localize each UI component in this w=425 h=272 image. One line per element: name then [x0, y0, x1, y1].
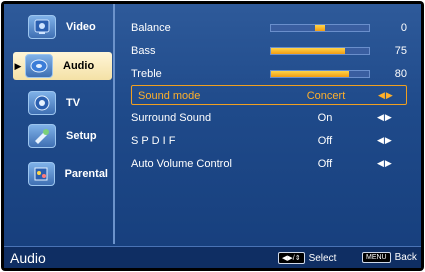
- tv-icon: [28, 91, 56, 115]
- sidebar-item-audio[interactable]: ▶ Audio: [13, 52, 112, 80]
- treble-slider-fill: [271, 71, 350, 77]
- footer-bar: Audio ◀▶/⇕ Select MENU Back: [4, 246, 421, 268]
- bass-value: 75: [394, 45, 407, 57]
- back-hint-label: Back: [394, 252, 417, 263]
- bass-slider-fill: [271, 48, 345, 54]
- back-hint: MENU Back: [362, 252, 417, 263]
- bass-slider[interactable]: [270, 47, 370, 55]
- balance-slider-knob[interactable]: [315, 25, 325, 31]
- left-right-arrows-icon[interactable]: ◀▶: [377, 112, 393, 123]
- left-right-arrows-icon[interactable]: ◀▶: [378, 90, 394, 101]
- select-hint: ◀▶/⇕ Select: [278, 252, 336, 264]
- surround-sound-label: Surround Sound: [131, 112, 212, 124]
- sidebar-item-setup[interactable]: Setup: [16, 122, 108, 150]
- left-right-arrows-icon[interactable]: ◀▶: [377, 135, 393, 146]
- arrow-keys-icon: ◀▶/⇕: [278, 252, 305, 264]
- treble-row[interactable]: Treble 80: [119, 64, 415, 84]
- sidebar-item-label: Parental: [64, 168, 108, 180]
- menu-title: Audio: [10, 250, 46, 266]
- surround-sound-row[interactable]: Surround Sound On ◀▶: [119, 108, 415, 128]
- parental-icon: [27, 162, 55, 186]
- category-sidebar: Video ▶ Audio TV Setup Parental: [4, 4, 115, 244]
- sound-mode-label: Sound mode: [138, 90, 201, 102]
- menu-key-icon: MENU: [362, 252, 391, 263]
- balance-value: 0: [400, 22, 407, 34]
- treble-value: 80: [394, 68, 407, 80]
- tv-menu-frame: Video ▶ Audio TV Setup Parental Balance …: [1, 1, 424, 271]
- treble-label: Treble: [131, 68, 162, 80]
- left-right-arrows-icon[interactable]: ◀▶: [377, 158, 393, 169]
- balance-row[interactable]: Balance 0: [119, 18, 415, 38]
- spdif-value: Off: [317, 135, 333, 147]
- menu-screen: Video ▶ Audio TV Setup Parental Balance …: [4, 4, 421, 268]
- sidebar-item-label: TV: [66, 97, 81, 109]
- setup-icon: [28, 124, 56, 148]
- auto-volume-control-value: Off: [317, 158, 333, 170]
- selected-arrow-icon: ▶: [14, 60, 22, 71]
- surround-sound-value: On: [317, 112, 333, 124]
- treble-slider[interactable]: [270, 70, 370, 78]
- bass-label: Bass: [131, 45, 156, 57]
- balance-label: Balance: [131, 22, 171, 34]
- sidebar-item-video[interactable]: Video: [16, 13, 108, 41]
- sound-mode-row[interactable]: Sound mode Concert ◀▶: [131, 85, 407, 105]
- video-icon: [28, 15, 56, 39]
- spdif-label: S P D I F: [131, 135, 176, 147]
- sound-mode-value: Concert: [306, 90, 346, 102]
- auto-volume-control-row[interactable]: Auto Volume Control Off ◀▶: [119, 154, 415, 174]
- balance-slider[interactable]: [270, 24, 370, 32]
- bass-row[interactable]: Bass 75: [119, 41, 415, 61]
- auto-volume-control-label: Auto Volume Control: [131, 158, 232, 170]
- sidebar-item-label: Setup: [66, 130, 97, 142]
- sidebar-item-parental[interactable]: Parental: [16, 160, 108, 188]
- sidebar-item-label: Audio: [63, 60, 95, 72]
- spdif-row[interactable]: S P D I F Off ◀▶: [119, 131, 415, 151]
- audio-settings-panel: Balance 0 Bass 75 Treble 80 Sound mode C…: [119, 4, 421, 244]
- select-hint-label: Select: [308, 252, 337, 264]
- sidebar-item-label: Video: [66, 21, 96, 33]
- audio-icon: [25, 54, 53, 78]
- sidebar-item-tv[interactable]: TV: [16, 89, 108, 117]
